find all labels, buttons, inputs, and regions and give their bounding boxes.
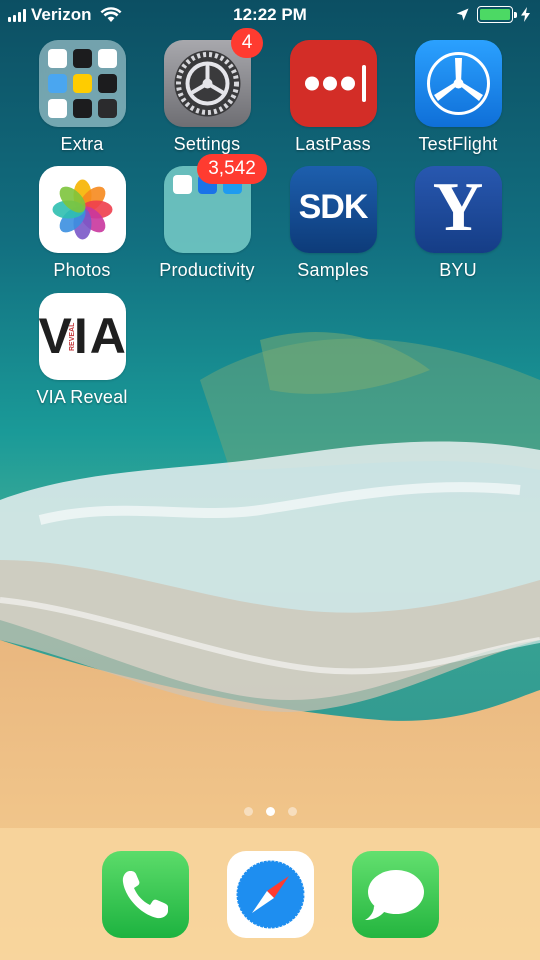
app-extra-folder[interactable]: Extra [20, 40, 144, 155]
notification-badge: 4 [231, 28, 263, 58]
app-label: Samples [297, 260, 369, 280]
app-label: Settings [173, 134, 241, 154]
app-label: VIA Reveal [36, 387, 128, 407]
status-bar: Verizon 12:22 PM [0, 0, 540, 32]
location-arrow-icon [456, 8, 469, 21]
dock [0, 828, 540, 960]
reveal-logo-subtext: REVEAL [68, 322, 76, 351]
app-label: TestFlight [418, 134, 498, 154]
clock-mini-icon [72, 49, 92, 68]
news-mini-icon [47, 99, 67, 118]
phone-app[interactable] [102, 851, 189, 938]
page-dot [287, 807, 297, 816]
lastpass-dots-icon [289, 40, 377, 127]
app-testflight[interactable]: TestFlight [396, 40, 520, 155]
app-samples[interactable]: SDK Samples [271, 166, 395, 281]
messages-app[interactable] [352, 851, 439, 938]
app-label: BYU [439, 260, 477, 280]
app-lastpass[interactable]: LastPass [271, 40, 395, 155]
via-logo-text: VIA [38, 308, 126, 364]
stocks-mini-icon [72, 99, 92, 118]
speech-bubble-icon [365, 870, 424, 920]
app-label: Productivity [159, 260, 255, 280]
compass-mini-icon [97, 99, 117, 118]
notes-mini-icon [72, 74, 92, 93]
page-indicator[interactable] [0, 807, 540, 816]
calculator-mini-icon [97, 74, 117, 93]
app-via-reveal[interactable]: VIA REVEAL VIA Reveal [20, 293, 144, 408]
status-right [456, 6, 530, 23]
compass-icon [235, 859, 306, 930]
phone-icon [122, 871, 168, 919]
app-settings[interactable]: 4 Settings [145, 28, 269, 155]
byu-logo-text: Y [432, 169, 484, 246]
app-label: Photos [53, 260, 111, 280]
app-label: Extra [60, 134, 104, 154]
sdk-logo-text: SDK [298, 188, 369, 226]
calendar-mini-icon [97, 49, 117, 68]
safari-app[interactable] [227, 851, 314, 938]
byu-logo-icon: Y [414, 166, 502, 253]
weather-mini-icon [47, 74, 67, 93]
app-byu[interactable]: Y BYU [396, 166, 520, 281]
page-dot-current [265, 807, 275, 816]
via-reveal-logo-icon: VIA REVEAL [38, 293, 126, 380]
charging-bolt-icon [521, 7, 530, 22]
notification-badge: 3,542 [197, 154, 267, 184]
battery-icon [477, 6, 517, 23]
propeller-icon [414, 40, 502, 127]
sdk-logo-icon: SDK [289, 166, 377, 253]
app-photos[interactable]: Photos [20, 166, 144, 281]
folder-icon [38, 40, 126, 127]
maps-mini-icon [47, 49, 67, 68]
app-productivity-folder[interactable]: 3,542 Productivity [145, 154, 269, 281]
battery-fill [480, 9, 510, 20]
app-label: LastPass [295, 134, 371, 154]
page-dot [243, 807, 253, 816]
gmail-mini-icon [172, 175, 192, 194]
photos-flower-icon [38, 166, 126, 253]
